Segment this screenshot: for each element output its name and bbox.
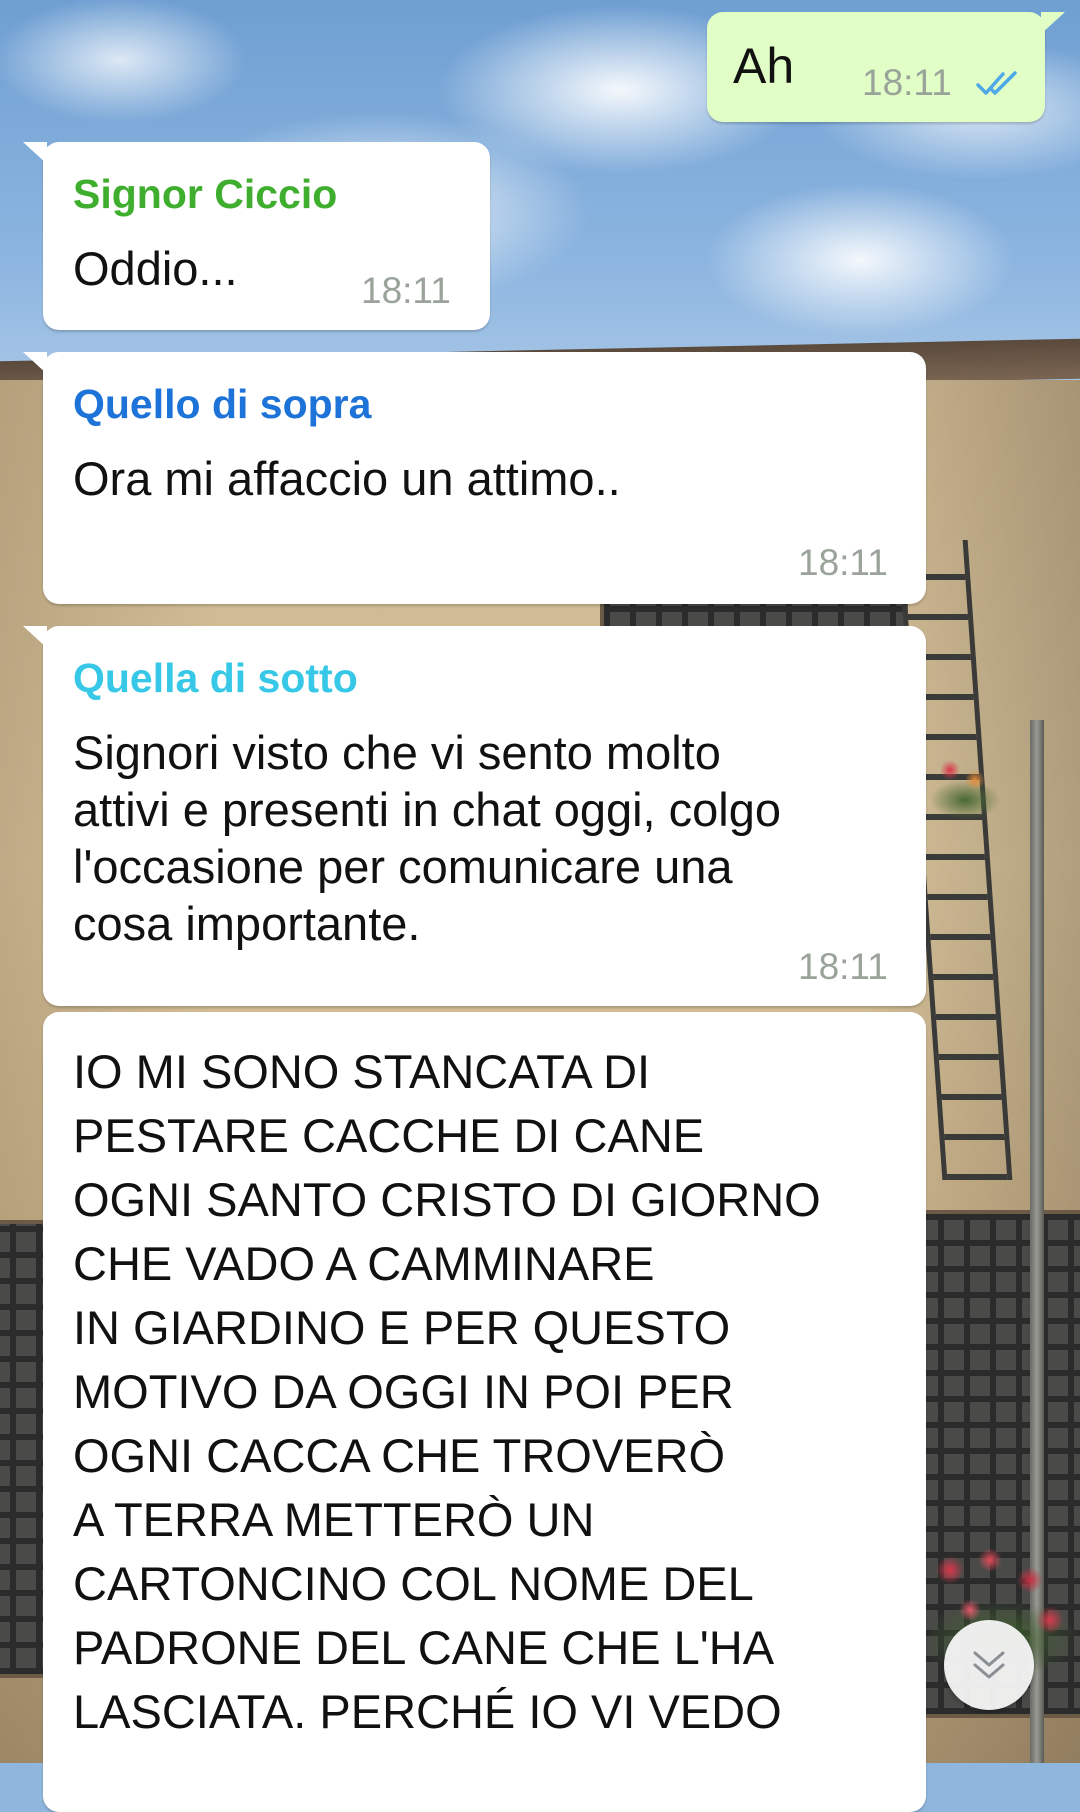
double-chevron-down-icon: [973, 1651, 1005, 1679]
double-check-read-icon: [976, 71, 1017, 95]
message-text: Ah: [733, 38, 795, 94]
message-time: 18:11: [798, 946, 888, 987]
message-bubble-incoming[interactable]: Quella di sotto Signori visto che vi sen…: [23, 626, 926, 1006]
wallpaper-flowers: [930, 750, 1000, 820]
message-bubble-incoming[interactable]: Quello di sopra Ora mi affaccio un attim…: [23, 352, 926, 604]
sender-name[interactable]: Quello di sopra: [73, 381, 371, 428]
message-text: Ora mi affaccio un attimo..: [73, 452, 621, 505]
message-text: Signori visto che vi sento molto attivi …: [73, 726, 782, 950]
message-text: Oddio...: [73, 242, 238, 295]
message-time: 18:11: [862, 62, 952, 103]
message-bubble-outgoing[interactable]: Ah 18:11: [707, 12, 1065, 122]
message-time: 18:11: [798, 542, 888, 583]
sender-name[interactable]: Signor Ciccio: [73, 171, 337, 218]
sender-name[interactable]: Quella di sotto: [73, 655, 358, 702]
message-bubble-incoming[interactable]: IO MI SONO STANCATA DI PESTARE CACCHE DI…: [43, 1012, 926, 1812]
message-text: IO MI SONO STANCATA DI PESTARE CACCHE DI…: [73, 1045, 821, 1738]
message-time: 18:11: [361, 270, 451, 311]
scroll-to-bottom-button[interactable]: [944, 1620, 1034, 1710]
message-bubble-incoming[interactable]: Signor Ciccio Oddio... 18:11: [23, 142, 490, 330]
